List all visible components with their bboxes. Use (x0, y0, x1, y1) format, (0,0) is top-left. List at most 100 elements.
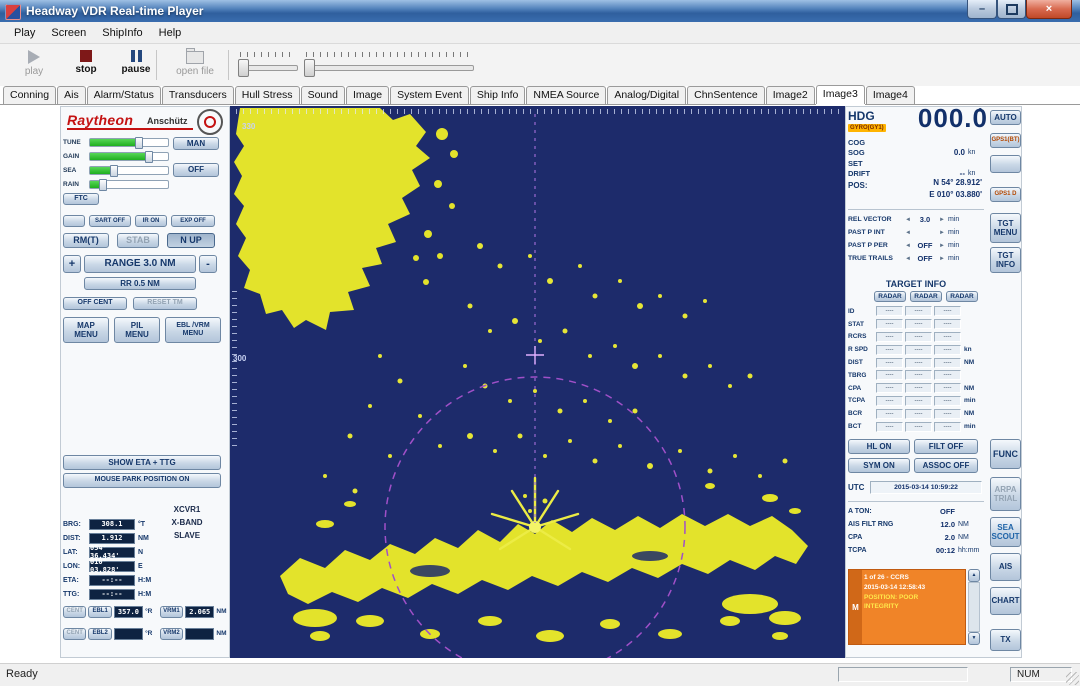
pause-button[interactable]: pause (112, 48, 160, 82)
sym-on-button[interactable]: SYM ON (848, 458, 910, 473)
close-button[interactable]: × (1026, 0, 1072, 19)
vrm2-button[interactable]: VRM2 (160, 628, 183, 640)
rain-slider[interactable] (89, 180, 169, 189)
range-rings-button[interactable]: RR 0.5 NM (84, 277, 196, 290)
off-cent-button[interactable]: OFF CENT (63, 297, 127, 310)
maximize-button[interactable] (997, 0, 1026, 19)
spinner-left-icon[interactable]: ◄ (904, 256, 912, 262)
pil-menu-button[interactable]: PIL MENU (114, 317, 160, 343)
unlabeled-source-button[interactable] (990, 155, 1021, 173)
tab-hull-stress[interactable]: Hull Stress (235, 86, 300, 104)
ais-button[interactable]: AIS (990, 553, 1021, 581)
alarm-scroll-track[interactable] (968, 582, 980, 632)
alarm-scroll-down-icon[interactable]: ▼ (968, 632, 980, 645)
radar-source-button[interactable]: RADAR (874, 291, 906, 302)
playback-speed-slider[interactable] (238, 52, 298, 80)
menu-help[interactable]: Help (151, 25, 190, 41)
n-up-button[interactable]: N UP (167, 233, 215, 248)
stab-button[interactable]: STAB (117, 233, 159, 248)
ebl2-button[interactable]: EBL2 (88, 628, 111, 640)
range-plus-button[interactable]: + (63, 255, 81, 273)
tab-ais[interactable]: Ais (57, 86, 86, 104)
tab-chnsentence[interactable]: ChnSentence (687, 86, 765, 104)
sea-scout-button[interactable]: SEA SCOUT (990, 517, 1021, 547)
menu-shipinfo[interactable]: ShipInfo (94, 25, 150, 41)
spinner-left-icon[interactable]: ◄ (904, 230, 912, 236)
tab-transducers[interactable]: Transducers (162, 86, 234, 104)
tab-analog-digital[interactable]: Analog/Digital (607, 86, 686, 104)
tab-image2[interactable]: Image2 (766, 86, 815, 104)
sart-off-button[interactable]: SART OFF (89, 215, 131, 227)
spinner-right-icon[interactable]: ► (938, 256, 946, 262)
radar-source-button[interactable]: RADAR (946, 291, 978, 302)
sea-slider[interactable] (89, 166, 169, 175)
tgt-info-button[interactable]: TGT INFO (990, 247, 1021, 273)
tab-conning[interactable]: Conning (3, 86, 56, 104)
assoc-off-button[interactable]: ASSOC OFF (914, 458, 978, 473)
tgt-menu-button[interactable]: TGT MENU (990, 213, 1021, 243)
func-button[interactable]: FUNC (990, 439, 1021, 469)
alarm-message-item[interactable]: M 1 of 26 - CCRS 2015-03-14 12:58:43 POS… (848, 569, 966, 645)
tab-system-event[interactable]: System Event (390, 86, 469, 104)
resize-grip-icon[interactable] (1066, 672, 1079, 685)
title-bar: Headway VDR Real-time Player – × (0, 0, 1080, 23)
radar-ppi-display[interactable]: 330 300 (230, 106, 845, 658)
target-info-unit: NM (963, 410, 974, 417)
alarm-scroll-up-icon[interactable]: ▲ (968, 569, 980, 582)
target-info-cell: ---- (905, 306, 932, 316)
play-button[interactable]: play (10, 48, 58, 82)
tab-image[interactable]: Image (346, 86, 389, 104)
hl-on-button[interactable]: HL ON (848, 439, 910, 454)
menu-play[interactable]: Play (6, 25, 43, 41)
mouse-park-button[interactable]: MOUSE PARK POSITION ON (63, 473, 221, 488)
ftc-button[interactable]: FTC (63, 193, 99, 205)
spinner-right-icon[interactable]: ► (938, 243, 946, 249)
tab-image4[interactable]: Image4 (866, 86, 915, 104)
slider-thumb[interactable] (304, 59, 315, 77)
gain-slider[interactable] (89, 152, 169, 161)
tab-image3[interactable]: Image3 (816, 85, 865, 104)
gps1-d-button[interactable]: GPS1 D (990, 187, 1021, 202)
cent-button[interactable]: CENT (63, 628, 86, 640)
tab-sound[interactable]: Sound (301, 86, 345, 104)
playback-position-slider[interactable] (304, 52, 474, 80)
ir-on-button[interactable]: IR ON (135, 215, 167, 227)
rm-t-button[interactable]: RM(T) (63, 233, 109, 248)
tab-nmea-source[interactable]: NMEA Source (526, 86, 606, 104)
open-file-button[interactable]: open file (168, 48, 222, 82)
spinner-left-icon[interactable]: ◄ (904, 217, 912, 223)
minimize-button[interactable]: – (967, 0, 997, 19)
arpa-trial-button[interactable]: ARPA TRIAL (990, 477, 1021, 511)
auto-button[interactable]: AUTO (990, 110, 1021, 125)
ais-setting-label: TCPA (848, 547, 921, 554)
tab-ship-info[interactable]: Ship Info (470, 86, 525, 104)
tx-button[interactable]: TX (990, 629, 1021, 651)
reset-tm-button[interactable]: RESET TM (133, 297, 197, 310)
spinner-right-icon[interactable]: ► (938, 217, 946, 223)
slider-thumb[interactable] (238, 59, 249, 77)
map-menu-button[interactable]: MAP MENU (63, 317, 109, 343)
tune-slider[interactable] (89, 138, 169, 147)
man-button[interactable]: MAN (173, 137, 219, 150)
gps1-bt-button[interactable]: GPS1(BT) (990, 133, 1021, 148)
cent-button[interactable]: CENT (63, 606, 86, 618)
stop-button[interactable]: stop (62, 48, 110, 82)
unlabeled-button[interactable] (63, 215, 85, 227)
ebl-vrm-menu-button[interactable]: EBL /VRM MENU (165, 317, 221, 343)
target-info-cell: ---- (876, 396, 903, 406)
spinner-left-icon[interactable]: ◄ (904, 243, 912, 249)
range-minus-button[interactable]: - (199, 255, 217, 273)
slider-track[interactable] (304, 65, 474, 71)
off-button[interactable]: OFF (173, 163, 219, 177)
menu-screen[interactable]: Screen (43, 25, 94, 41)
exp-off-button[interactable]: EXP OFF (171, 215, 215, 227)
chart-button[interactable]: CHART (990, 587, 1021, 615)
filt-off-button[interactable]: FILT OFF (914, 439, 978, 454)
radar-source-button[interactable]: RADAR (910, 291, 942, 302)
vrm1-button[interactable]: VRM1 (160, 606, 183, 618)
ebl1-button[interactable]: EBL1 (88, 606, 111, 618)
show-eta-ttg-button[interactable]: SHOW ETA + TTG (63, 455, 221, 470)
range-button[interactable]: RANGE 3.0 NM (84, 255, 196, 273)
tab-alarm-status[interactable]: Alarm/Status (87, 86, 161, 104)
spinner-right-icon[interactable]: ► (938, 230, 946, 236)
